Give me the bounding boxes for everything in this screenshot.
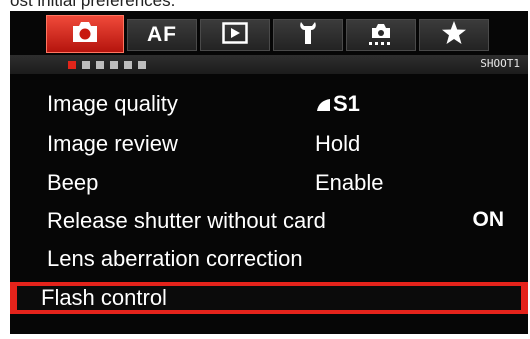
page-dot-3 [96,61,104,69]
menu-item-beep[interactable]: Beep Enable [10,167,528,201]
playback-icon [222,21,248,49]
menu-item-image-quality[interactable]: Image quality S1 [10,88,528,122]
menu-item-release-shutter-without-card[interactable]: Release shutter without card ON [10,205,528,239]
page-caption: ost initial preferences. [10,0,176,10]
camera-menu-screen: AF SHOOT1 Image quality S1 Image review … [10,11,528,334]
menu-item-image-review[interactable]: Image review Hold [10,128,528,162]
selection-highlight-left [10,282,17,314]
wrench-icon [297,20,319,51]
menu-item-label: Release shutter without card [47,208,326,233]
menu-item-flash-control[interactable]: Flash control [10,282,528,314]
menu-item-value: S1 [315,91,360,118]
tab-setup[interactable] [273,19,343,51]
menu-tab-bar: AF [10,11,528,55]
menu-item-label: Beep [47,170,99,195]
page-dot-6 [138,61,146,69]
menu-item-label: Lens aberration correction [47,246,303,271]
page-dot-2 [82,61,90,69]
star-icon [441,20,467,51]
page-dot-1 [68,61,76,69]
menu-item-value: ON [472,208,505,231]
menu-item-label: Image review [47,131,178,156]
page-dot-5 [124,61,132,69]
custom-functions-icon [366,20,396,51]
menu-item-value: Enable [315,170,384,195]
camera-icon [70,20,100,49]
page-indicator-strip: SHOOT1 [10,55,528,74]
menu-item-lens-aberration-correction[interactable]: Lens aberration correction [10,243,528,277]
tab-playback[interactable] [200,19,270,51]
selection-highlight-right [521,282,528,314]
tab-af[interactable]: AF [127,19,197,51]
menu-item-label: Flash control [41,285,167,310]
menu-item-label: Image quality [47,91,178,116]
tab-shooting[interactable] [46,15,124,53]
page-dot-4 [110,61,118,69]
image-quality-value: S1 [333,91,360,116]
tab-af-label: AF [147,23,177,46]
tab-my-menu[interactable] [419,19,489,51]
tab-custom-functions[interactable] [346,19,416,51]
menu-item-value: Hold [315,131,361,156]
page-label: SHOOT1 [480,57,520,70]
quality-icon [315,92,331,118]
